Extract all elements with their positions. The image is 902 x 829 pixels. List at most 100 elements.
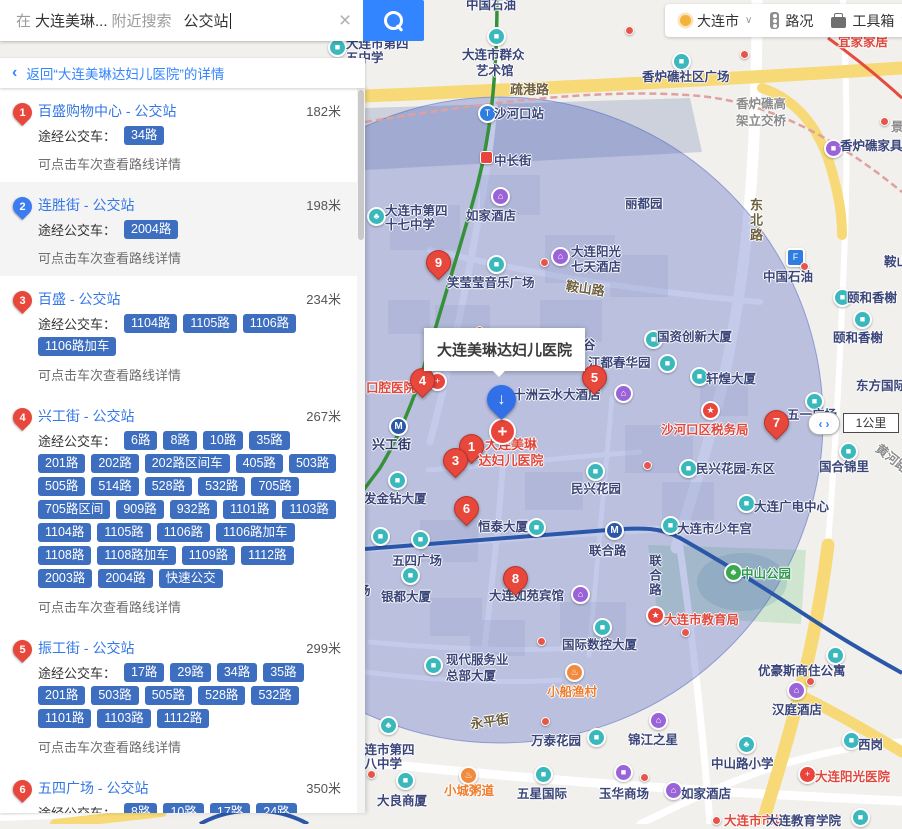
bus-route-badge[interactable]: 1112路 <box>241 546 293 565</box>
station-link[interactable]: 振工街 - 公交站 <box>38 638 134 658</box>
map-marker-9[interactable]: 9 <box>421 245 456 280</box>
bus-route-badge[interactable]: 1106路加车 <box>38 337 116 356</box>
bus-route-badge[interactable]: 405路 <box>236 454 283 473</box>
bus-route-badge[interactable]: 2004路 <box>98 569 152 588</box>
bus-route-badge[interactable]: 1105路 <box>183 314 236 333</box>
bus-route-badge[interactable]: 35路 <box>249 431 289 450</box>
bus-route-badge[interactable]: 1106路加车 <box>216 523 294 542</box>
bus-list: 途经公交车： 1104路 1105路 1106路 1106路加车 <box>38 314 341 356</box>
station-link[interactable]: 百盛购物中心 - 公交站 <box>38 101 176 121</box>
bus-route-badge[interactable]: 1101路 <box>38 709 91 728</box>
result-title-row: 连胜街 - 公交站198米 <box>38 195 341 215</box>
bus-route-badge[interactable]: 1106路 <box>157 523 210 542</box>
hospital-cross-icon[interactable]: + <box>489 418 516 445</box>
bus-route-badge[interactable]: 202路区间车 <box>145 454 230 473</box>
station-link[interactable]: 五四广场 - 公交站 <box>38 778 148 798</box>
bus-route-badge[interactable]: 514路 <box>91 477 138 496</box>
bus-route-badge[interactable]: 1112路 <box>157 709 209 728</box>
pan-button[interactable]: ‹› <box>808 412 840 435</box>
result-note: 可点击车次查看路线详情 <box>38 154 341 173</box>
bus-route-badge[interactable]: 2003路 <box>38 569 92 588</box>
bus-route-badge[interactable]: 6路 <box>124 431 157 450</box>
result-title-row: 百盛购物中心 - 公交站182米 <box>38 101 341 121</box>
bus-label: 途经公交车： <box>38 220 116 239</box>
list-marker-1: 1 <box>9 99 36 126</box>
bus-label: 途经公交车： <box>38 126 116 145</box>
bus-route-badge[interactable]: 503路 <box>289 454 336 473</box>
result-item[interactable]: 4兴工街 - 公交站267米途经公交车：6路8路10路35路201路202路20… <box>0 393 365 625</box>
bus-route-badge[interactable]: 932路 <box>170 500 217 519</box>
station-link[interactable]: 兴工街 - 公交站 <box>38 406 134 426</box>
result-item[interactable]: 1百盛购物中心 - 公交站182米途经公交车： 34路可点击车次查看路线详情 <box>0 88 365 182</box>
bus-route-badge[interactable]: 8路 <box>124 803 157 813</box>
location-pin[interactable]: ↓ <box>481 379 522 420</box>
results-list: 1百盛购物中心 - 公交站182米途经公交车：34路可点击车次查看路线详情2连胜… <box>0 88 365 813</box>
chevron-right-icon: › <box>826 417 830 431</box>
bus-route-badge[interactable]: 24路 <box>256 803 296 813</box>
result-note: 可点击车次查看路线详情 <box>38 737 341 756</box>
bus-route-badge[interactable]: 909路 <box>116 500 163 519</box>
bus-route-badge[interactable]: 503路 <box>91 686 138 705</box>
bus-route-badge[interactable]: 202路 <box>91 454 138 473</box>
distance: 267米 <box>306 406 341 425</box>
bus-route-badge[interactable]: 2004路 <box>124 220 178 239</box>
result-item[interactable]: 5振工街 - 公交站299米途经公交车：17路29路34路35路201路503路… <box>0 625 365 765</box>
chevron-left-icon: ‹ <box>12 64 17 82</box>
city-selector[interactable]: 大连市 ∨ <box>671 11 761 31</box>
bus-route-badge[interactable]: 10路 <box>203 431 243 450</box>
result-item[interactable]: 6五四广场 - 公交站350米途经公交车：8路10路17路24路514路705路… <box>0 765 365 813</box>
map-marker-6[interactable]: 6 <box>449 491 484 526</box>
result-item[interactable]: 2连胜街 - 公交站198米途经公交车：2004路可点击车次查看路线详情 <box>0 182 365 276</box>
scrollbar-thumb[interactable] <box>358 90 364 240</box>
result-title-row: 兴工街 - 公交站 267米 <box>38 406 341 426</box>
station-link[interactable]: 百盛 - 公交站 <box>38 289 120 309</box>
bus-route-badge[interactable]: 705路区间 <box>38 500 110 519</box>
bus-route-badge[interactable]: 1101路 <box>223 500 276 519</box>
bus-route-badge[interactable]: 505路 <box>145 686 192 705</box>
bus-route-badge[interactable]: 1108路 <box>38 546 91 565</box>
bus-route-badge[interactable]: 201路 <box>38 686 85 705</box>
toolbox-menu[interactable]: 工具箱 ∨ <box>822 11 902 31</box>
bus-route-badge[interactable]: 17路 <box>124 663 164 682</box>
bus-list: 途经公交车：8路10路17路24路514路705路705路区间 <box>38 803 341 813</box>
bus-label: 途经公交车： <box>38 314 116 333</box>
traffic-toggle[interactable]: 路况 <box>761 11 822 31</box>
bus-route-badge[interactable]: 10路 <box>163 803 203 813</box>
bus-route-badge[interactable]: 1105路 <box>97 523 150 542</box>
bus-route-badge[interactable]: 1109路 <box>182 546 235 565</box>
search-button[interactable] <box>363 0 424 41</box>
back-link[interactable]: ‹ 返回“大连美琳达妇儿医院”的详情 <box>0 58 365 88</box>
distance: 234米 <box>306 289 341 308</box>
clear-search-icon[interactable]: × <box>327 0 363 41</box>
bus-route-badge[interactable]: 532路 <box>251 686 298 705</box>
map-tooltip[interactable]: 大连美琳达妇儿医院 <box>424 328 585 371</box>
traffic-label: 路况 <box>785 11 813 31</box>
bus-route-badge[interactable]: 532路 <box>198 477 245 496</box>
scrollbar[interactable] <box>357 88 365 813</box>
station-link[interactable]: 连胜街 - 公交站 <box>38 195 134 215</box>
list-marker-5: 5 <box>9 636 36 663</box>
bus-route-badge[interactable]: 528路 <box>198 686 245 705</box>
bus-route-badge[interactable]: 705路 <box>251 477 298 496</box>
bus-route-badge[interactable]: 1108路加车 <box>97 546 175 565</box>
bus-route-badge[interactable]: 1103路 <box>282 500 335 519</box>
bus-route-badge[interactable]: 528路 <box>145 477 192 496</box>
bus-route-badge[interactable]: 1104路 <box>38 523 91 542</box>
map-marker-7[interactable]: 7 <box>759 405 794 440</box>
bus-route-badge[interactable]: 505路 <box>38 477 85 496</box>
bus-route-badge[interactable]: 35路 <box>263 663 303 682</box>
result-item[interactable]: 3百盛 - 公交站234米途经公交车：1104路1105路1106路1106路加… <box>0 276 365 393</box>
bus-route-badge[interactable]: 34路 <box>217 663 257 682</box>
bus-route-badge[interactable]: 8路 <box>163 431 196 450</box>
bus-route-badge[interactable]: 201路 <box>38 454 85 473</box>
search-input[interactable]: 在大连美琳...附近搜索公交站 <box>12 10 327 31</box>
bus-route-badge[interactable]: 34路 <box>124 126 164 145</box>
search-bar[interactable]: 在大连美琳...附近搜索公交站 × <box>0 0 363 41</box>
bus-route-badge[interactable]: 29路 <box>170 663 210 682</box>
bus-route-badge[interactable]: 1104路 <box>124 314 177 333</box>
bus-route-badge[interactable]: 快速公交 <box>159 569 223 588</box>
bus-route-badge[interactable]: 1106路 <box>243 314 296 333</box>
bus-route-badge[interactable]: 1103路 <box>97 709 150 728</box>
bus-route-badge[interactable]: 17路 <box>210 803 250 813</box>
map-marker-8[interactable]: 8 <box>498 561 533 596</box>
